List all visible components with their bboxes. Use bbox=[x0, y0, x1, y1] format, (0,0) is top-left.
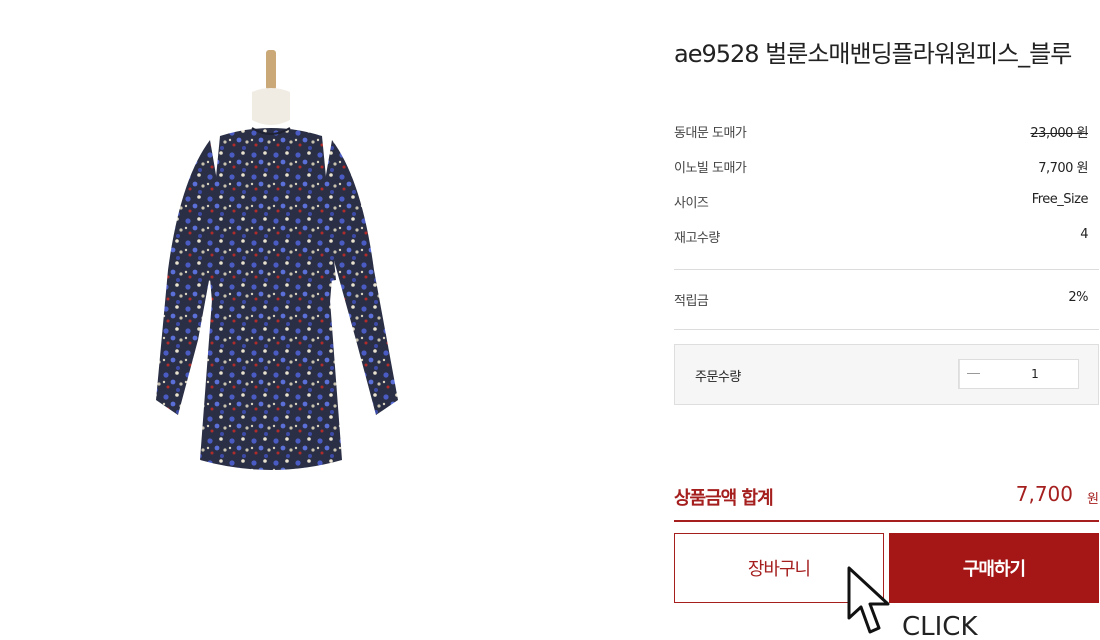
detail-row-size: 사이즈 Free_Size bbox=[674, 192, 1089, 212]
mouse-cursor-icon bbox=[847, 566, 890, 634]
detail-row-dongdaemun-price: 동대문 도매가 23,000 원 bbox=[674, 122, 1088, 142]
quantity-stepper[interactable] bbox=[958, 359, 1100, 389]
detail-label: 재고수량 bbox=[674, 231, 720, 246]
detail-value: Free_Size bbox=[1031, 192, 1089, 207]
divider bbox=[674, 269, 1099, 270]
click-overlay-text: CLICK bbox=[902, 612, 978, 640]
detail-label: 이노빌 도매가 bbox=[674, 161, 747, 176]
detail-label: 동대문 도매가 bbox=[674, 126, 747, 141]
detail-value: 7,700 원 bbox=[1038, 161, 1088, 176]
dress-illustration bbox=[156, 50, 398, 470]
total-price: 7,700 bbox=[1015, 482, 1073, 506]
divider bbox=[674, 329, 1099, 330]
total-unit: 원 bbox=[1087, 492, 1099, 507]
quantity-label: 주문수량 bbox=[695, 370, 741, 385]
minus-icon[interactable] bbox=[959, 360, 980, 388]
quantity-box: 주문수량 bbox=[674, 344, 1100, 405]
detail-value: 4 bbox=[1080, 227, 1088, 242]
quantity-input[interactable] bbox=[960, 360, 1100, 388]
total-label: 상품금액 합계 bbox=[674, 488, 774, 509]
total-price-section: 상품금액 합계 7,700 원 bbox=[674, 478, 1099, 522]
detail-label: 사이즈 bbox=[674, 196, 709, 211]
points-label: 적립금 bbox=[674, 294, 709, 309]
product-title: ae9528 벌룬소매밴딩플라워원피스_블루 bbox=[674, 40, 1072, 68]
detail-value: 23,000 원 bbox=[1030, 126, 1088, 141]
detail-row-innovil-price: 이노빌 도매가 7,700 원 bbox=[674, 157, 1088, 177]
buy-now-button[interactable]: 구매하기 bbox=[889, 533, 1099, 603]
detail-row-points: 적립금 2% bbox=[674, 290, 1088, 310]
product-image bbox=[140, 40, 420, 490]
points-value: 2% bbox=[1068, 290, 1088, 305]
detail-row-stock: 재고수량 4 bbox=[674, 227, 1088, 247]
